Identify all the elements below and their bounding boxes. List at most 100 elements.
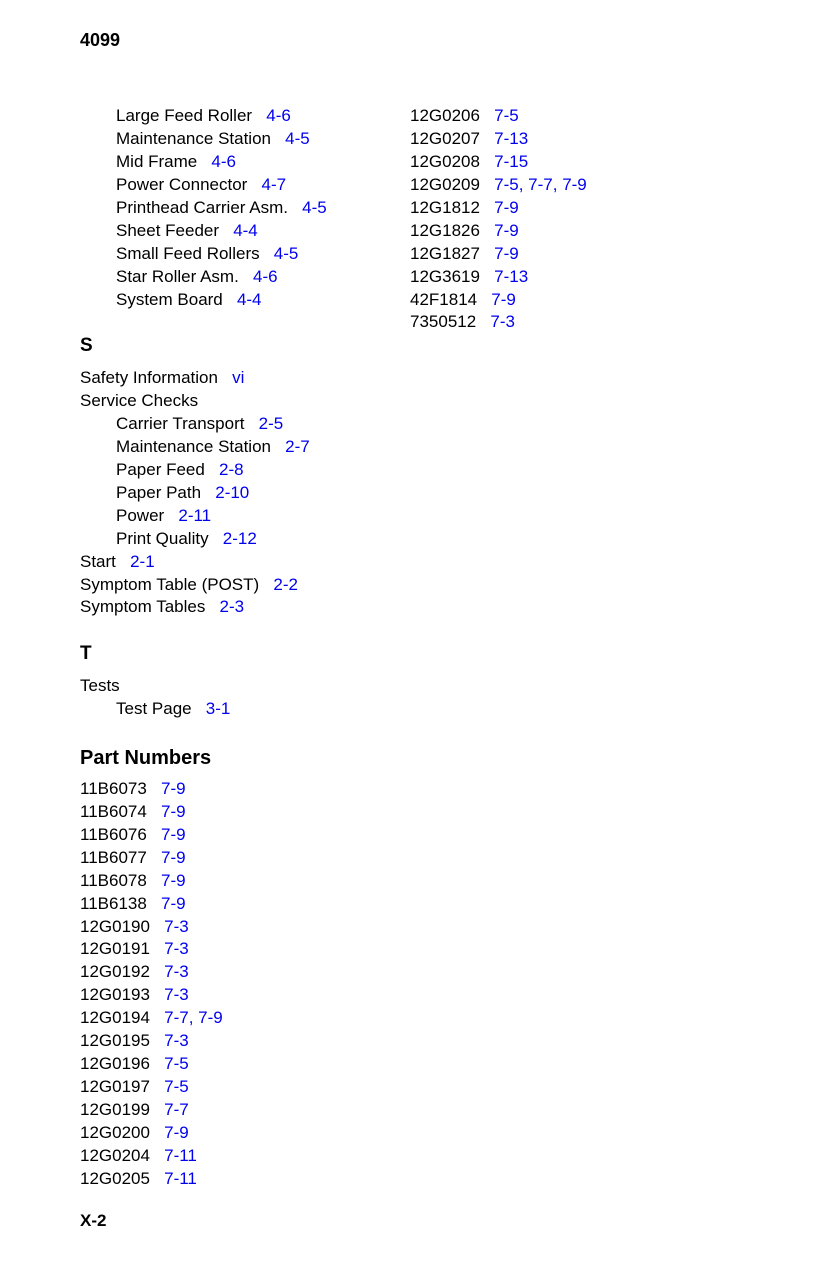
index-entry: 12G0200 7-9 [80, 1122, 410, 1145]
index-entry: 11B6078 7-9 [80, 870, 410, 893]
index-entry-label: 12G0195 [80, 1031, 150, 1050]
page-ref-link[interactable]: 7-9 [161, 894, 186, 913]
page-ref-link[interactable]: 2-10 [215, 483, 249, 502]
page-ref-link[interactable]: 7-5 [164, 1077, 189, 1096]
page-ref-link[interactable]: 2-12 [223, 529, 257, 548]
index-entry-label: Start [80, 552, 116, 571]
page-ref-link[interactable]: 7-3 [164, 939, 189, 958]
index-entry: Paper Feed 2-8 [80, 459, 410, 482]
page-ref-link[interactable]: 2-11 [178, 506, 211, 525]
page-ref-link[interactable]: 7-7 [164, 1008, 189, 1027]
index-entry-label: Mid Frame [116, 152, 197, 171]
page-ref-link[interactable]: 7-7 [164, 1100, 189, 1119]
page-ref-link[interactable]: 2-5 [259, 414, 284, 433]
page-ref-link[interactable]: 7-5 [164, 1054, 189, 1073]
page-ref-link[interactable]: 7-11 [164, 1169, 197, 1188]
index-entry-label: Large Feed Roller [116, 106, 252, 125]
index-entry-label: Power [116, 506, 164, 525]
page-ref-link[interactable]: 4-5 [274, 244, 299, 263]
page-ref-link[interactable]: 7-7 [528, 175, 553, 194]
page-ref-link[interactable]: 4-5 [302, 198, 327, 217]
index-entry-label: Maintenance Station [116, 129, 271, 148]
index-entry-label: 12G0209 [410, 175, 480, 194]
page-ref-link[interactable]: 4-5 [285, 129, 310, 148]
index-entry-label: Test Page [116, 699, 192, 718]
index-entry-label: Sheet Feeder [116, 221, 219, 240]
index-entry-label: Safety Information [80, 368, 218, 387]
page-ref-link[interactable]: 7-9 [491, 290, 516, 309]
index-entry: Print Quality 2-12 [80, 528, 410, 551]
page-ref-link[interactable]: 2-7 [285, 437, 310, 456]
page-ref-link[interactable]: 3-1 [206, 699, 231, 718]
page-ref-link[interactable]: vi [232, 368, 244, 387]
page-ref-link[interactable]: 7-3 [490, 312, 515, 331]
index-entry-label: Paper Path [116, 483, 201, 502]
page-ref-link[interactable]: 7-9 [164, 1123, 189, 1142]
index-entry-label: Print Quality [116, 529, 209, 548]
page-ref-link[interactable]: 7-3 [164, 985, 189, 1004]
page-ref-link[interactable]: 7-9 [161, 779, 186, 798]
s-items: Safety Information viService ChecksCarri… [80, 367, 410, 619]
page-ref-link[interactable]: 7-9 [161, 848, 186, 867]
page-ref-link[interactable]: 7-13 [494, 267, 528, 286]
right-items: 12G0206 7-512G0207 7-1312G0208 7-1512G02… [410, 105, 765, 334]
page-ref-link[interactable]: 7-3 [164, 962, 189, 981]
page-ref-link[interactable]: 7-9 [494, 198, 519, 217]
index-entry: 11B6138 7-9 [80, 893, 410, 916]
index-entry: Test Page 3-1 [80, 698, 410, 721]
index-entry: 11B6077 7-9 [80, 847, 410, 870]
page-ref-link[interactable]: 2-2 [273, 575, 298, 594]
index-entry-label: 11B6138 [80, 894, 147, 913]
page-ref-link[interactable]: 7-3 [164, 1031, 189, 1050]
page-ref-link[interactable]: 7-5 [494, 106, 519, 125]
page-ref-link[interactable]: 7-9 [161, 825, 186, 844]
index-entry-label: Star Roller Asm. [116, 267, 239, 286]
page-ref-link[interactable]: 4-6 [211, 152, 236, 171]
index-letter-t: T [80, 641, 410, 667]
index-entry: 11B6076 7-9 [80, 824, 410, 847]
index-entry-label: 11B6078 [80, 871, 147, 890]
page-ref-link[interactable]: 7-5 [494, 175, 519, 194]
page-ref-link[interactable]: 4-4 [233, 221, 258, 240]
index-entry: Symptom Tables 2-3 [80, 596, 410, 619]
index-entry: Carrier Transport 2-5 [80, 413, 410, 436]
index-entry: 7350512 7-3 [410, 311, 765, 334]
index-entry: 42F1814 7-9 [410, 289, 765, 312]
page-ref-link[interactable]: 7-9 [161, 871, 186, 890]
page-ref-link[interactable]: 4-6 [266, 106, 291, 125]
index-entry: 12G1812 7-9 [410, 197, 765, 220]
index-entry-label: 12G0191 [80, 939, 150, 958]
page-ref-link[interactable]: 7-9 [494, 221, 519, 240]
index-entry: Safety Information vi [80, 367, 410, 390]
page-ref-link[interactable]: 4-7 [262, 175, 287, 194]
index-entry-label: 11B6074 [80, 802, 147, 821]
page-ref-link[interactable]: 7-9 [562, 175, 587, 194]
page-ref-link[interactable]: 2-3 [220, 597, 245, 616]
ref-separator: , [519, 175, 528, 194]
page-ref-link[interactable]: 2-1 [130, 552, 155, 571]
page-ref-link[interactable]: 4-4 [237, 290, 262, 309]
page-ref-link[interactable]: 2-8 [219, 460, 244, 479]
page-ref-link[interactable]: 4-6 [253, 267, 278, 286]
index-entry: Start 2-1 [80, 551, 410, 574]
index-column-left: Large Feed Roller 4-6 Maintenance Station… [80, 105, 410, 1191]
page-ref-link[interactable]: 7-13 [494, 129, 528, 148]
part-items: 11B6073 7-911B6074 7-911B6076 7-911B6077… [80, 778, 410, 1191]
page-ref-link[interactable]: 7-9 [161, 802, 186, 821]
index-entry-label: 12G0190 [80, 917, 150, 936]
page-ref-link[interactable]: 7-9 [494, 244, 519, 263]
index-entry-label: System Board [116, 290, 223, 309]
page-ref-link[interactable]: 7-11 [164, 1146, 197, 1165]
index-entry: Small Feed Rollers 4-5 [80, 243, 410, 266]
page-ref-link[interactable]: 7-9 [198, 1008, 223, 1027]
index-content: Large Feed Roller 4-6 Maintenance Station… [80, 105, 765, 1191]
index-entry-label: 12G0206 [410, 106, 480, 125]
index-entry: Power 2-11 [80, 505, 410, 528]
page-ref-link[interactable]: 7-3 [164, 917, 189, 936]
index-entry: 11B6073 7-9 [80, 778, 410, 801]
index-entry-label: 12G0205 [80, 1169, 150, 1188]
index-entry: Power Connector 4-7 [80, 174, 410, 197]
page-header: 4099 [80, 28, 120, 52]
page-ref-link[interactable]: 7-15 [494, 152, 528, 171]
index-entry: 12G0193 7-3 [80, 984, 410, 1007]
